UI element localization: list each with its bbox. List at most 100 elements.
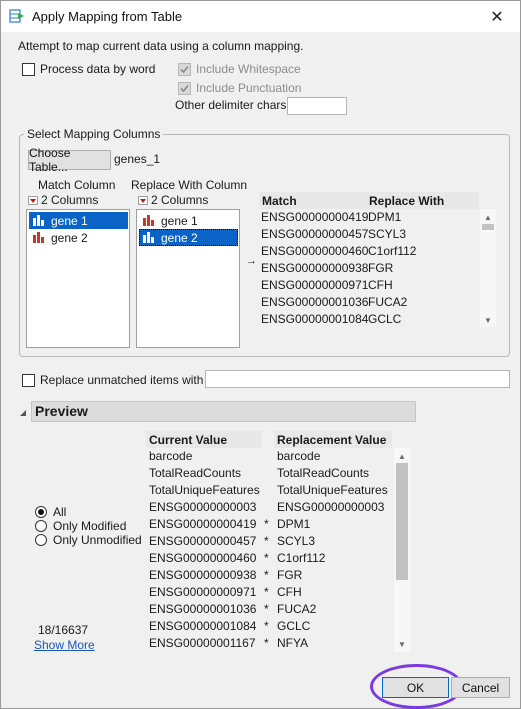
preview-header-replacement: Replacement Value — [274, 431, 392, 448]
preview-cell-mark: * — [264, 568, 269, 582]
scroll-down-icon[interactable]: ▼ — [483, 315, 493, 325]
close-button[interactable]: ✕ — [474, 1, 520, 32]
preview-header-bar[interactable] — [31, 401, 416, 422]
replace-list-item-gene-1[interactable]: gene 1 — [139, 212, 238, 229]
show-more-link[interactable]: Show More — [34, 638, 95, 652]
scroll-down-icon[interactable]: ▼ — [397, 639, 407, 649]
preview-cell-mark: * — [264, 585, 269, 599]
arrow-icon: → — [246, 255, 257, 267]
preview-cell-replacement: FGR — [277, 568, 303, 582]
replace-unmatched-input[interactable] — [205, 370, 510, 388]
preview-cell-current: ENSG00000001084 — [149, 619, 257, 633]
preview-cell-current: barcode — [149, 449, 193, 463]
ok-button[interactable]: OK — [382, 677, 449, 698]
include-whitespace-label: Include Whitespace — [196, 62, 301, 76]
replace-column-header: Replace With Column — [131, 178, 248, 192]
mapping-cell-replace: C1orf112 — [368, 244, 417, 258]
scroll-up-icon[interactable]: ▲ — [397, 451, 407, 461]
mapping-cell-replace: SCYL3 — [368, 227, 407, 241]
mapping-cell-replace: DPM1 — [368, 210, 402, 224]
preview-cell-current: ENSG00000000003 — [149, 500, 257, 514]
preview-cell-replacement: SCYL3 — [277, 534, 316, 548]
preview-cell-replacement: CFH — [277, 585, 302, 599]
mapping-header-replace: Replace With — [366, 192, 479, 209]
replace-column-count[interactable]: 2 Columns — [138, 193, 208, 207]
match-column-count[interactable]: 2 Columns — [28, 193, 98, 207]
preview-cell-current: ENSG00000000419 — [149, 517, 257, 531]
mapping-cell-replace: CFH — [368, 278, 393, 292]
include-punctuation-checkbox[interactable] — [178, 82, 191, 95]
preview-cell-replacement: DPM1 — [277, 517, 311, 531]
match-column-header: Match Column — [38, 178, 116, 192]
choose-table-button[interactable]: Choose Table... — [28, 146, 111, 174]
preview-cell-current: ENSG00000000971 — [149, 585, 257, 599]
preview-cell-mark: * — [264, 602, 269, 616]
preview-cell-mark: * — [264, 551, 269, 565]
dialog-body: Attempt to map current data using a colu… — [1, 32, 520, 709]
replace-unmatched-checkbox[interactable] — [22, 374, 35, 387]
intro-text: Attempt to map current data using a colu… — [18, 39, 304, 53]
preview-cell-current: ENSG00000000460 — [149, 551, 257, 565]
mapping-cell-match: ENSG00000000938 — [261, 261, 369, 275]
mapping-cell-replace: GCLC — [368, 312, 402, 326]
mapping-cell-replace: FUCA2 — [368, 295, 408, 309]
replace-unmatched-label: Replace unmatched items with — [40, 373, 204, 387]
filter-all-radio[interactable] — [35, 506, 47, 518]
preview-cell-current: TotalUniqueFeatures — [149, 483, 260, 497]
filter-unmodified-label: Only Unmodified — [53, 533, 142, 547]
scroll-up-icon[interactable]: ▲ — [483, 212, 493, 222]
bar-chart-icon — [143, 215, 154, 226]
mapping-cell-replace: FGR — [368, 261, 394, 275]
preview-cell-current: ENSG00000001167 — [149, 636, 256, 650]
preview-cell-current: ENSG00000000457 — [149, 534, 257, 548]
preview-cell-replacement: TotalUniqueFeatures — [277, 483, 388, 497]
replace-list-item-gene-2[interactable]: gene 2 — [139, 229, 238, 246]
collapse-icon[interactable] — [19, 406, 27, 416]
preview-scroll-thumb[interactable] — [396, 463, 408, 580]
preview-count: 18/16637 — [38, 623, 89, 637]
mapping-cell-match: ENSG00000001036 — [261, 295, 369, 309]
window-title: Apply Mapping from Table — [32, 9, 183, 24]
preview-cell-mark: * — [264, 619, 269, 633]
preview-cell-current: ENSG00000000938 — [149, 568, 257, 582]
preview-cell-replacement: barcode — [277, 449, 321, 463]
preview-cell-mark: * — [264, 517, 269, 531]
table-mapping-icon — [9, 9, 24, 23]
mapping-group-label: Select Mapping Columns — [24, 127, 164, 141]
other-delimiter-input[interactable] — [287, 97, 347, 115]
match-column-list[interactable]: gene 1 gene 2 — [26, 209, 130, 348]
bar-chart-icon — [143, 232, 154, 243]
mapping-cell-match: ENSG00000000971 — [261, 278, 369, 292]
mapping-scroll-thumb[interactable] — [482, 224, 494, 230]
filter-modified-label: Only Modified — [53, 519, 127, 533]
checkmark-icon — [180, 65, 189, 74]
cancel-button[interactable]: Cancel — [451, 677, 510, 698]
checkmark-icon — [180, 84, 189, 93]
bar-chart-icon — [33, 232, 44, 243]
filter-unmodified-radio[interactable] — [35, 534, 47, 546]
match-list-item-gene-1[interactable]: gene 1 — [29, 212, 128, 229]
preview-cell-current: TotalReadCounts — [149, 466, 242, 480]
mapping-cell-match: ENSG00000000460 — [261, 244, 369, 258]
red-triangle-icon[interactable] — [138, 196, 148, 206]
preview-cell-replacement: FUCA2 — [277, 602, 317, 616]
mapping-cell-match: ENSG00000000419 — [261, 210, 369, 224]
preview-cell-replacement: C1orf112 — [277, 551, 326, 565]
red-triangle-icon[interactable] — [28, 196, 38, 206]
close-icon: ✕ — [490, 8, 504, 26]
other-delimiter-label: Other delimiter chars — [175, 98, 287, 112]
filter-all-label: All — [53, 505, 67, 519]
match-list-item-gene-2[interactable]: gene 2 — [29, 229, 128, 246]
include-whitespace-checkbox[interactable] — [178, 63, 191, 76]
preview-cell-current: ENSG00000001036 — [149, 602, 257, 616]
preview-title: Preview — [35, 403, 88, 419]
include-punctuation-label: Include Punctuation — [196, 81, 302, 95]
filter-modified-radio[interactable] — [35, 520, 47, 532]
preview-cell-replacement: NFYA — [277, 636, 309, 650]
process-by-word-checkbox[interactable] — [22, 63, 35, 76]
preview-cell-mark: * — [264, 534, 269, 548]
preview-header-current: Current Value — [146, 431, 262, 448]
dialog-window: Apply Mapping from Table ✕ Attempt to ma… — [0, 0, 521, 709]
title-bar: Apply Mapping from Table ✕ — [1, 1, 520, 32]
replace-column-list[interactable]: gene 1 gene 2 — [136, 209, 240, 348]
